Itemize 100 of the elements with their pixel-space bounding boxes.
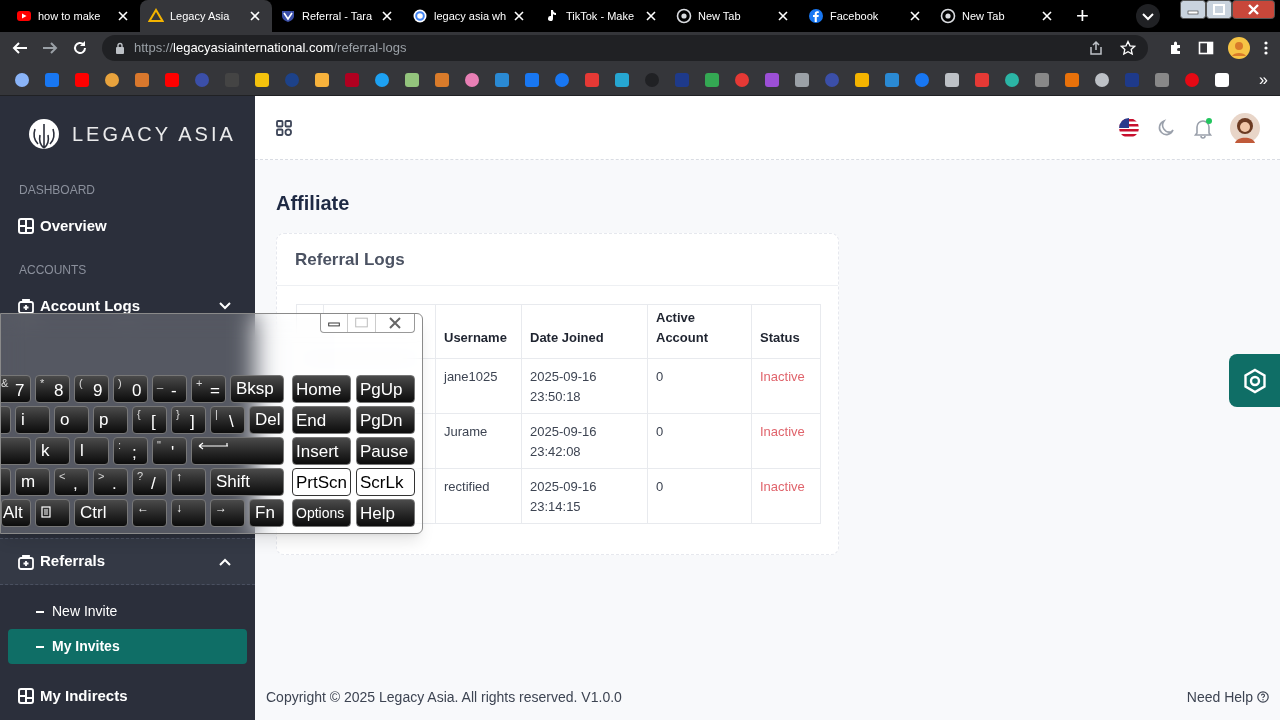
avatar-icon[interactable] <box>1230 112 1260 143</box>
submenu-item[interactable]: New Invite <box>8 594 247 629</box>
settings-button[interactable] <box>1229 354 1280 407</box>
help-icon[interactable] <box>1257 691 1269 703</box>
submenu-item[interactable]: My Invites <box>8 629 247 664</box>
keyboard-key[interactable]: & 7 <box>1 375 31 403</box>
keyboard-key[interactable]: _ - <box>152 375 187 403</box>
bookmark-icon[interactable] <box>944 71 960 88</box>
chevron-up-icon[interactable] <box>219 557 231 566</box>
keyboard-key[interactable]: k <box>35 437 70 465</box>
keyboard-key[interactable]: Home <box>292 375 351 403</box>
keyboard-key[interactable]: ↓ <box>171 499 206 527</box>
card-title: Referral Logs <box>295 248 405 271</box>
keyboard-key[interactable]: ↑ <box>171 468 206 496</box>
browser-tab[interactable]: Legacy Asia <box>140 0 272 32</box>
keyboard-key[interactable]: ( 9 <box>74 375 109 403</box>
keyboard-key[interactable]: Options <box>292 499 351 527</box>
bookmark-icon[interactable] <box>854 71 870 88</box>
brand-name: LEGACY ASIA <box>72 122 236 147</box>
section-heading: DASHBOARD <box>18 182 96 199</box>
keyboard-key[interactable]: Fn <box>249 499 284 527</box>
keyboard-key[interactable]: Insert <box>292 437 351 465</box>
keyboard-key[interactable]: Bksp <box>230 375 284 403</box>
moon-icon[interactable] <box>1156 117 1176 138</box>
browser-tab[interactable]: New Tab <box>932 0 1064 32</box>
bookmark-icon[interactable] <box>104 71 120 88</box>
keyboard-key[interactable]: > . <box>93 468 128 496</box>
keyboard-key[interactable]: * 8 <box>35 375 70 403</box>
keyboard-key[interactable]: Shift <box>210 468 284 496</box>
keyboard-key[interactable] <box>35 499 70 527</box>
help-link[interactable]: Need Help <box>1186 686 1253 708</box>
apps-grid-icon[interactable] <box>276 119 292 136</box>
new-tab-button[interactable]: + <box>1076 5 1096 27</box>
keyboard-key[interactable]: ) 0 <box>113 375 148 403</box>
bookmark-icon[interactable] <box>1094 71 1110 88</box>
keyboard-key[interactable]: ScrLk <box>356 468 415 496</box>
browser-tab[interactable]: TikTok - Make <box>536 0 668 32</box>
browser-tab[interactable]: Referral - Tara <box>272 0 404 32</box>
keyboard-key[interactable]: | \ <box>210 406 245 434</box>
keyboard-key[interactable]: i <box>15 406 50 434</box>
more-bookmarks-button[interactable]: » <box>1259 67 1268 92</box>
keyboard-key[interactable]: PrtScn <box>292 468 351 496</box>
keyboard-key[interactable]: PgUp <box>356 375 415 403</box>
bookmark-icon[interactable] <box>254 71 270 88</box>
keyboard-key[interactable]: End <box>292 406 351 434</box>
keyboard-key[interactable]: → <box>210 499 245 527</box>
bookmark-icon[interactable] <box>1214 71 1230 88</box>
keyboard-key[interactable]: l <box>74 437 109 465</box>
address-field[interactable]: https://legacyasiainternational.com/referral-logs <box>102 35 1148 61</box>
star-icon[interactable] <box>1120 40 1136 56</box>
keyboard-key[interactable]: ? / <box>132 468 167 496</box>
browser-tab[interactable]: New Tab <box>668 0 800 32</box>
keyboard-key[interactable]: m <box>15 468 50 496</box>
bookmark-icon[interactable] <box>14 71 30 88</box>
keyboard-key[interactable]: } ] <box>171 406 206 434</box>
keyboard-key[interactable]: : ; <box>113 437 148 465</box>
browser-tab[interactable]: legacy asia wh <box>404 0 536 32</box>
section-heading: ACCOUNTS <box>18 262 88 279</box>
sidebar-icon[interactable] <box>1198 40 1214 56</box>
keyboard-key[interactable]: ← <box>132 499 167 527</box>
share-icon[interactable] <box>1088 40 1104 56</box>
keyboard-key[interactable]: { [ <box>132 406 167 434</box>
bookmark-icon[interactable] <box>314 71 330 88</box>
maximize-icon[interactable] <box>1206 0 1232 19</box>
keyboard-key[interactable]: < , <box>54 468 89 496</box>
sidebar-item[interactable]: My Indirects <box>0 678 255 714</box>
keyboard-key[interactable]: Pause <box>356 437 415 465</box>
keyboard-key[interactable]: PgDn <box>356 406 415 434</box>
keyboard-key[interactable] <box>191 437 284 465</box>
close-icon[interactable] <box>1232 0 1275 19</box>
flag-icon[interactable] <box>1118 116 1140 139</box>
status-text: Inactive <box>751 468 821 524</box>
bookmark-icon[interactable] <box>404 71 420 88</box>
table-cell: rectified <box>435 468 522 524</box>
circle-icon <box>808 8 824 24</box>
keyboard-key[interactable]: Alt <box>1 499 31 527</box>
minimize-icon[interactable] <box>1180 0 1206 19</box>
more-icon[interactable] <box>1264 40 1268 56</box>
keyboard-key[interactable]: Del <box>249 406 284 434</box>
keyboard-key[interactable]: + = <box>191 375 226 403</box>
browser-tab[interactable]: Facebook <box>800 0 932 32</box>
play-icon <box>16 8 32 24</box>
chevron-down-icon[interactable] <box>219 302 231 310</box>
reload-icon[interactable] <box>72 40 88 56</box>
keyboard-key[interactable]: p <box>93 406 128 434</box>
keyboard-key[interactable]: " ' <box>152 437 187 465</box>
keyboard-key[interactable]: Ctrl <box>74 499 128 527</box>
dropdown-icon[interactable] <box>1136 4 1160 28</box>
keyboard-key[interactable]: o <box>54 406 89 434</box>
profile-avatar-icon[interactable] <box>1228 37 1250 59</box>
table-cell: 2025-09-16 23:14:15 <box>521 468 648 524</box>
back-icon[interactable] <box>12 40 28 56</box>
bell-icon[interactable] <box>1192 116 1214 139</box>
keyboard-key[interactable] <box>1 437 31 465</box>
sidebar-item[interactable]: Account Logs <box>0 288 255 324</box>
sidebar-item[interactable]: Overview <box>0 208 255 244</box>
forward-icon[interactable] <box>42 40 58 56</box>
browser-tab[interactable]: how to make <box>8 0 140 32</box>
keyboard-key[interactable]: Help <box>356 499 415 527</box>
globe-icon <box>940 8 956 24</box>
